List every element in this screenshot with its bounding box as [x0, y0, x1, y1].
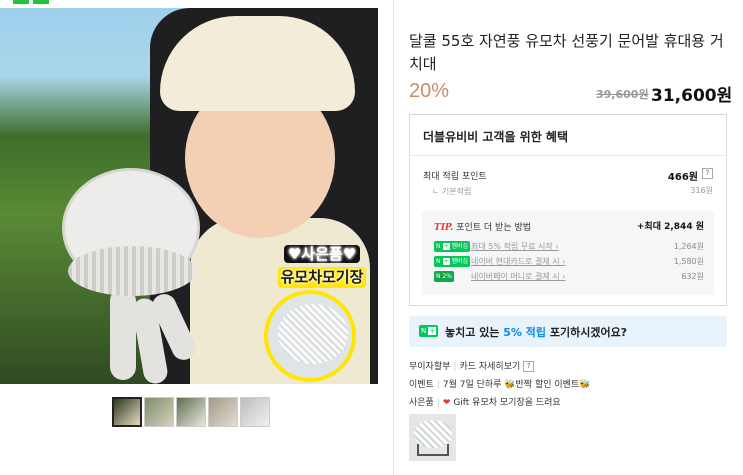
thumbnail-3[interactable]: [176, 397, 206, 427]
tip-text: 포인트 더 받는 방법: [456, 223, 532, 233]
max-points-value: 466원: [667, 172, 698, 183]
product-title: 달쿨 55호 자연풍 유모차 선풍기 문어발 휴대용 거치대: [409, 32, 724, 73]
max-points-label: 최대 적립 포인트: [423, 172, 487, 182]
tip-link[interactable]: 네이버 현대카드로 결제 시 ›: [471, 256, 565, 267]
tip-heading: TIP. 포인트 더 받는 방법: [434, 220, 531, 233]
tip-box: TIP. 포인트 더 받는 방법 +최대 2,844 원 N + 멤버십 최대 5…: [422, 211, 714, 295]
gift-text: Gift 유모차 모기장을 드려요: [453, 398, 561, 408]
tip-badge-text: 멤버십: [451, 243, 469, 250]
gift-row: 사은품 | ❤ Gift 유모차 모기장을 드려요: [409, 398, 561, 408]
missed-reward-banner[interactable]: N + 놓치고 있는 5% 적립 포기하시겠어요?: [409, 316, 727, 347]
help-icon[interactable]: ?: [523, 361, 535, 372]
gift-sticker: ♥사은품♥ 유모차모기장: [262, 244, 378, 288]
top-tab-marker: [13, 0, 29, 4]
divider: [410, 155, 726, 156]
gift-label: 사은품: [409, 398, 434, 408]
discount-rate: 20%: [409, 80, 450, 102]
tip-row[interactable]: N + 멤버십 최대 5% 적립 무료 시작 › 1,264원: [434, 241, 704, 253]
sticker-line2: 유모차모기장: [277, 267, 367, 288]
thumbnail-2[interactable]: [144, 397, 174, 427]
installment-row: 무이자할부 | 카드 자세히보기 ?: [409, 359, 535, 372]
benefit-title: 더블유비비 고객을 위한 혜택: [423, 130, 569, 144]
tip-value: 632원: [681, 272, 704, 281]
missed-suffix: 포기하시겠어요?: [546, 326, 628, 339]
main-product-image[interactable]: ♥사은품♥ 유모차모기장: [0, 8, 378, 384]
help-icon[interactable]: ?: [702, 168, 713, 179]
missed-prefix: 놓치고 있는: [445, 326, 504, 339]
stroller-frame-graphic: [417, 444, 449, 456]
event-text: 7월 7일 단하루 🐝반짝 할인 이벤트🐝: [442, 380, 591, 390]
original-price: 39,600원: [596, 88, 649, 101]
top-strip: [0, 0, 743, 4]
missed-accent: 5% 적립: [503, 326, 547, 339]
tip-value: 1,580원: [673, 257, 704, 266]
naver-plus-badge: N +: [419, 325, 439, 337]
base-points-label: ㄴ 기본적립: [432, 187, 472, 196]
sale-price: 31,600원: [651, 86, 733, 106]
tip-label: TIP.: [434, 223, 454, 233]
net-graphic: [278, 304, 348, 364]
tip-value: 1,264원: [673, 242, 704, 251]
benefit-box: 더블유비비 고객을 위한 혜택 최대 적립 포인트 466원 ? ㄴ 기본적립 …: [409, 114, 727, 306]
card-details-link[interactable]: 카드 자세히보기: [459, 362, 520, 372]
top-tab-marker: [33, 0, 49, 4]
event-label: 이벤트: [409, 380, 434, 390]
npay-badge: N 2%: [434, 271, 454, 282]
tip-link[interactable]: 최대 5% 적립 무료 시작 ›: [471, 241, 559, 252]
naver-plus-badge: N + 멤버십: [434, 241, 471, 252]
heart-icon: ❤: [442, 398, 451, 408]
product-gallery: ♥사은품♥ 유모차모기장: [0, 8, 380, 475]
thumbnail-5[interactable]: [240, 397, 270, 427]
tip-link[interactable]: 네이버페이 머니로 결제 시 ›: [471, 271, 565, 282]
event-row: 이벤트 | 7월 7일 단하루 🐝반짝 할인 이벤트🐝: [409, 380, 591, 390]
missed-reward-text: 놓치고 있는 5% 적립 포기하시겠어요?: [445, 324, 627, 340]
sticker-line1: ♥사은품♥: [283, 245, 361, 263]
fan-guard: [68, 246, 196, 296]
tip-badge-text: 멤버십: [451, 258, 469, 265]
thumbnail-strip: [112, 397, 270, 429]
installment-label: 무이자할부: [409, 362, 451, 372]
fan-leg: [110, 288, 136, 380]
gift-thumbnail[interactable]: [409, 414, 456, 461]
tip-badge-text: 2%: [442, 273, 452, 280]
base-points-value: 316원: [690, 186, 713, 195]
mosquito-net-inset: [264, 290, 356, 382]
tip-max: +최대 2,844 원: [636, 222, 704, 232]
tip-row[interactable]: N 2% 네이버페이 머니로 결제 시 › 632원: [434, 271, 704, 283]
thumbnail-1[interactable]: [112, 397, 142, 427]
naver-plus-badge: N + 멤버십: [434, 256, 471, 267]
thumbnail-4[interactable]: [208, 397, 238, 427]
column-divider: [393, 0, 394, 475]
tip-row[interactable]: N + 멤버십 네이버 현대카드로 결제 시 › 1,580원: [434, 256, 704, 268]
base-points-label-text: 기본적립: [441, 187, 472, 196]
